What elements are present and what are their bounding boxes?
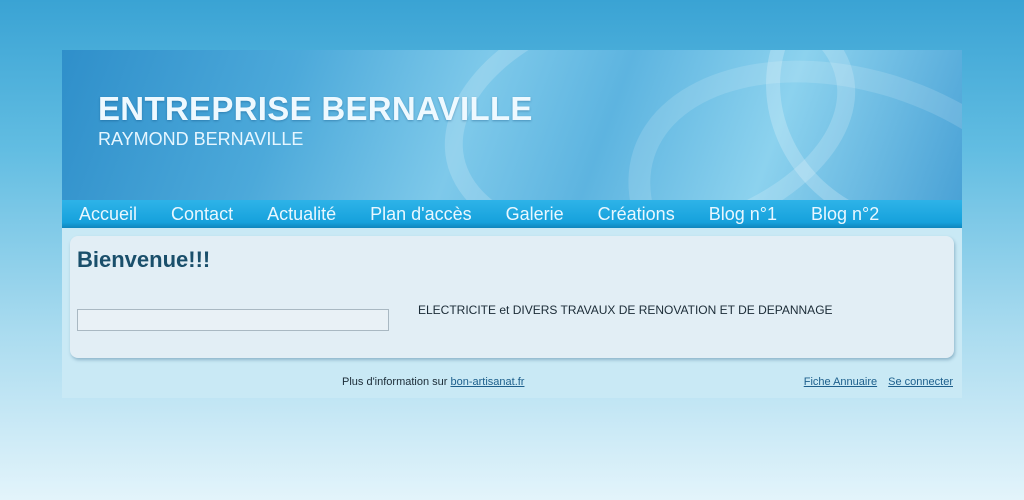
- nav-item-blog-2[interactable]: Blog n°2: [811, 204, 879, 225]
- nav-item-actualite[interactable]: Actualité: [267, 204, 336, 225]
- fiche-annuaire-link[interactable]: Fiche Annuaire: [804, 376, 877, 388]
- nav-item-accueil[interactable]: Accueil: [79, 204, 137, 225]
- empty-image-placeholder: [77, 309, 389, 331]
- site-title: ENTREPRISE BERNAVILLE: [98, 90, 533, 127]
- nav-item-galerie[interactable]: Galerie: [506, 204, 564, 225]
- site-header-banner: ENTREPRISE BERNAVILLE RAYMOND BERNAVILLE: [62, 50, 962, 200]
- nav-item-blog-1[interactable]: Blog n°1: [709, 204, 777, 225]
- content-panel: Bienvenue!!! ELECTRICITE et DIVERS TRAVA…: [70, 236, 954, 358]
- footer-links: Fiche Annuaire Se connecter: [796, 376, 953, 388]
- login-link[interactable]: Se connecter: [888, 376, 953, 388]
- business-description: ELECTRICITE et DIVERS TRAVAUX DE RENOVAT…: [418, 303, 833, 317]
- main-navigation: Accueil Contact Actualité Plan d'accès G…: [62, 200, 962, 228]
- nav-item-plan-acces[interactable]: Plan d'accès: [370, 204, 472, 225]
- welcome-heading: Bienvenue!!!: [77, 247, 211, 272]
- nav-item-contact[interactable]: Contact: [171, 204, 233, 225]
- footer-info-text: Plus d'information sur: [342, 376, 451, 388]
- site-subtitle: RAYMOND BERNAVILLE: [98, 129, 304, 149]
- bon-artisanat-link[interactable]: bon-artisanat.fr: [450, 376, 524, 388]
- page-container: ENTREPRISE BERNAVILLE RAYMOND BERNAVILLE…: [62, 50, 962, 398]
- footer-info: Plus d'information sur bon-artisanat.fr: [342, 376, 524, 388]
- nav-item-creations[interactable]: Créations: [598, 204, 675, 225]
